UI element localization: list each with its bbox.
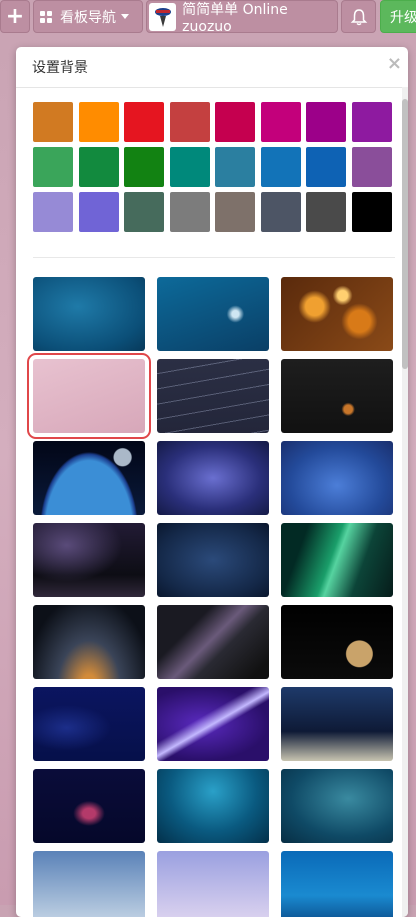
board-button[interactable]: 简简单单 Online zuozuo — [146, 0, 338, 35]
color-swatch-grid — [33, 102, 395, 232]
modal-title: 设置背景 — [32, 60, 88, 76]
scrollbar[interactable] — [402, 87, 408, 917]
background-thumb-blue-ice[interactable] — [157, 277, 269, 351]
background-thumb-night-grass[interactable] — [281, 687, 393, 761]
color-swatch[interactable] — [33, 102, 73, 142]
add-button[interactable]: + — [0, 0, 30, 33]
background-thumb-starry-sky[interactable] — [157, 523, 269, 597]
background-thumb-blue-clouds[interactable] — [281, 441, 393, 515]
background-thumb-pale-sky[interactable] — [33, 851, 145, 917]
color-swatch[interactable] — [351, 102, 392, 142]
plus-icon: + — [5, 4, 25, 29]
color-swatch[interactable] — [260, 192, 301, 232]
color-swatch[interactable] — [124, 102, 164, 142]
background-thumb-blue-texture[interactable] — [33, 277, 145, 351]
scrollbar-thumb[interactable] — [402, 99, 408, 369]
background-thumb-underwater-shark[interactable] — [157, 769, 269, 843]
color-swatch[interactable] — [78, 147, 119, 187]
upgrade-label: 升级 — [390, 9, 416, 26]
kanban-nav-label: 看板导航 — [60, 9, 116, 26]
background-thumb-christmas-tree[interactable] — [33, 769, 145, 843]
background-thumb-purple-beam[interactable] — [157, 687, 269, 761]
color-swatch[interactable] — [306, 147, 346, 187]
background-thumb-dark-waves[interactable] — [157, 359, 269, 433]
color-swatch[interactable] — [169, 102, 210, 142]
background-image-grid — [27, 277, 395, 917]
board-label: 简简单单 Online zuozuo — [182, 1, 288, 35]
avatar — [149, 2, 177, 31]
kanban-nav-button[interactable]: 看板导航 — [33, 0, 143, 33]
top-toolbar: + 看板导航 简简单单 Online zuozuo 升级 — [0, 0, 416, 35]
divider — [33, 257, 395, 258]
background-thumb-night-horizon[interactable] — [33, 605, 145, 679]
color-swatch[interactable] — [215, 102, 255, 142]
color-swatch[interactable] — [169, 147, 210, 187]
background-thumb-blue-ocean[interactable] — [281, 851, 393, 917]
color-swatch[interactable] — [78, 192, 119, 232]
chevron-down-icon — [121, 14, 129, 19]
background-thumb-world-map[interactable] — [33, 687, 145, 761]
color-swatch[interactable] — [351, 192, 392, 232]
background-thumb-earth-horizon[interactable] — [33, 441, 145, 515]
background-thumb-lavender-sky[interactable] — [157, 851, 269, 917]
color-swatch[interactable] — [306, 192, 346, 232]
background-thumb-storm-clouds[interactable] — [157, 441, 269, 515]
color-swatch[interactable] — [124, 192, 164, 232]
color-swatch[interactable] — [78, 102, 119, 142]
color-swatch[interactable] — [33, 192, 73, 232]
color-swatch[interactable] — [169, 192, 210, 232]
notifications-button[interactable] — [341, 0, 376, 33]
background-thumb-pink-book[interactable] — [27, 353, 151, 439]
color-swatch[interactable] — [260, 147, 301, 187]
background-thumb-ocean-sharks[interactable] — [281, 769, 393, 843]
color-swatch[interactable] — [215, 147, 255, 187]
color-swatch[interactable] — [260, 102, 301, 142]
grid-icon — [40, 10, 52, 23]
background-settings-modal: 设置背景 × — [16, 47, 408, 917]
background-thumb-bokeh-lights[interactable] — [281, 277, 393, 351]
close-icon[interactable]: × — [387, 53, 402, 74]
color-swatch[interactable] — [124, 147, 164, 187]
background-thumb-dark-bird[interactable] — [281, 359, 393, 433]
upgrade-button[interactable]: 升级 — [380, 0, 416, 33]
color-swatch[interactable] — [306, 102, 346, 142]
background-thumb-moon[interactable] — [281, 605, 393, 679]
color-swatch[interactable] — [351, 147, 392, 187]
bell-icon — [350, 8, 367, 25]
background-thumb-milky-way-lake[interactable] — [33, 523, 145, 597]
color-swatch[interactable] — [215, 192, 255, 232]
background-thumb-aurora[interactable] — [281, 523, 393, 597]
color-swatch[interactable] — [33, 147, 73, 187]
background-thumb-galaxy-road[interactable] — [157, 605, 269, 679]
modal-header: 设置背景 × — [16, 47, 408, 88]
